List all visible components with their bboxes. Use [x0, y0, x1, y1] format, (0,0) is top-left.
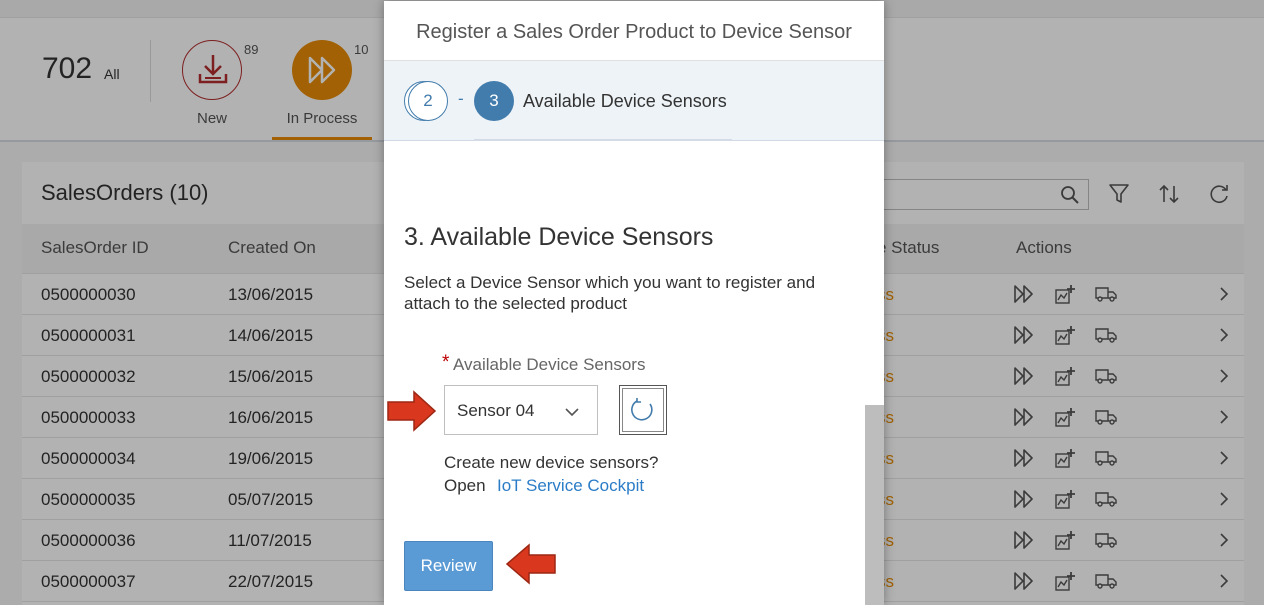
review-button[interactable]: Review: [404, 541, 493, 591]
refresh-icon: [631, 398, 653, 421]
device-sensors-label: Available Device Sensors: [453, 355, 646, 374]
annotation-arrow-select: [387, 390, 437, 432]
chevron-down-icon[interactable]: [563, 402, 581, 420]
wizard-step-underline: [474, 139, 732, 141]
required-indicator: *: [442, 352, 450, 373]
wizard-progress: 2 - 3 Available Device Sensors: [384, 61, 884, 141]
dialog-scrollbar-thumb[interactable]: [865, 405, 884, 605]
selected-sensor: Sensor 04: [457, 401, 535, 420]
register-dialog: Register a Sales Order Product to Device…: [384, 1, 884, 605]
section-title: 3. Available Device Sensors: [404, 223, 714, 251]
annotation-arrow-review: [505, 543, 556, 585]
refresh-sensors-button[interactable]: [619, 385, 667, 435]
wizard-separator: -: [458, 89, 464, 108]
wizard-step-2-number: 2: [408, 81, 448, 121]
wizard-step-3[interactable]: 3: [474, 81, 514, 121]
create-sensor-question: Create new device sensors?: [444, 453, 659, 472]
open-label: Open: [444, 476, 486, 495]
device-sensor-select[interactable]: Sensor 04: [444, 385, 598, 435]
wizard-step-3-label: Available Device Sensors: [523, 91, 727, 111]
wizard-step-2[interactable]: 2: [404, 81, 448, 121]
iot-service-cockpit-link[interactable]: IoT Service Cockpit: [497, 476, 644, 496]
section-description: Select a Device Sensor which you want to…: [404, 273, 816, 313]
dialog-title: Register a Sales Order Product to Device…: [384, 1, 884, 61]
